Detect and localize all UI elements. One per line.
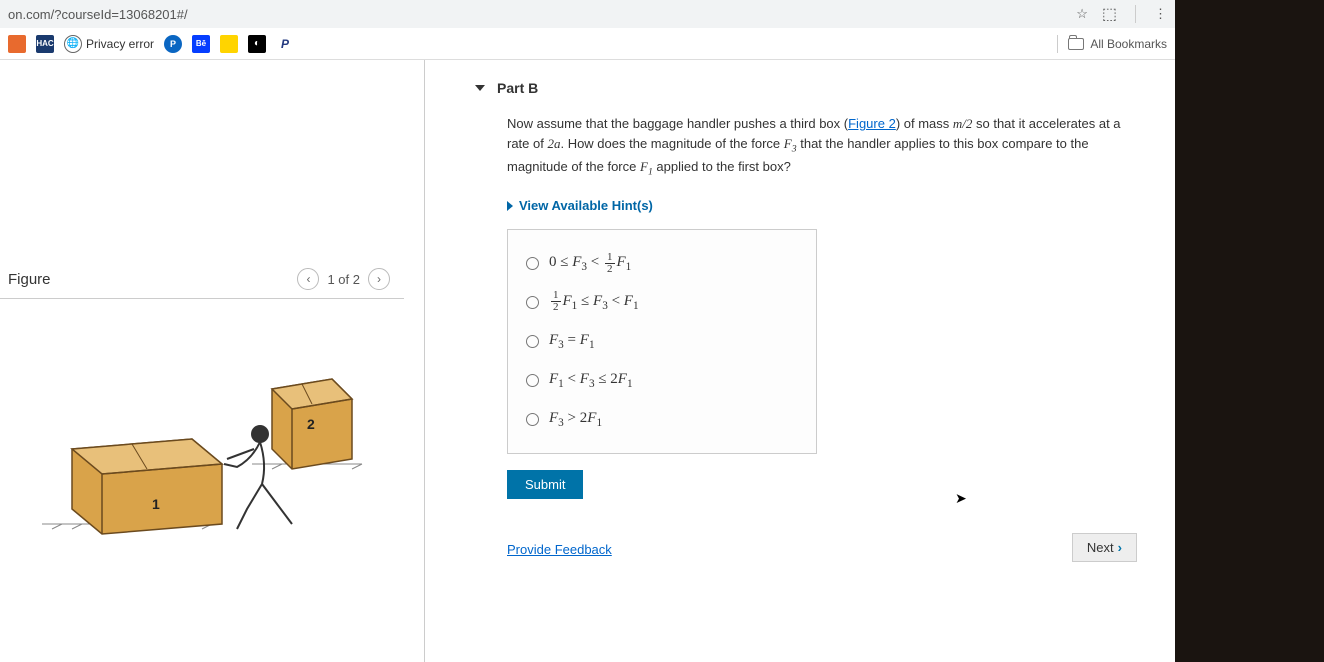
bookmark-privacy-error[interactable]: 🌐 Privacy error bbox=[64, 35, 154, 53]
extension-icon[interactable]: ⬚ bbox=[1102, 4, 1117, 24]
figure-pane: Figure ‹ 1 of 2 › bbox=[0, 60, 425, 662]
bookmark-icon-hac[interactable]: HAC bbox=[36, 35, 54, 53]
bookmarks-bar: HAC 🌐 Privacy error P Bē ◐ P All Bookmar… bbox=[0, 28, 1175, 60]
figure-next-button[interactable]: › bbox=[368, 268, 390, 290]
figure-prev-button[interactable]: ‹ bbox=[297, 268, 319, 290]
question-text: Now assume that the baggage handler push… bbox=[507, 114, 1137, 562]
caret-down-icon bbox=[475, 85, 485, 91]
radio-icon bbox=[526, 257, 539, 270]
option-d[interactable]: F1 < F3 ≤ 2F1 bbox=[526, 361, 798, 400]
radio-icon bbox=[526, 413, 539, 426]
view-hints-button[interactable]: View Available Hint(s) bbox=[507, 196, 1137, 216]
figure-nav-text: 1 of 2 bbox=[327, 272, 360, 287]
figure-image: 2 1 bbox=[0, 299, 404, 569]
all-bookmarks-link[interactable]: All Bookmarks bbox=[1090, 37, 1167, 51]
folder-icon bbox=[1068, 38, 1084, 50]
option-e[interactable]: F3 > 2F1 bbox=[526, 400, 798, 439]
figure-label: Figure bbox=[8, 271, 51, 288]
bookmark-icon-be[interactable]: Bē bbox=[192, 35, 210, 53]
cursor-icon: ➤ bbox=[955, 490, 967, 507]
chevron-right-icon: › bbox=[1118, 540, 1122, 555]
part-header[interactable]: Part B bbox=[475, 80, 1145, 96]
divider bbox=[1135, 5, 1136, 23]
submit-button[interactable]: Submit bbox=[507, 470, 583, 499]
radio-icon bbox=[526, 296, 539, 309]
option-c[interactable]: F3 = F1 bbox=[526, 322, 798, 361]
bookmark-icon-yellow[interactable] bbox=[220, 35, 238, 53]
bookmark-icon-square[interactable]: ◐ bbox=[248, 35, 266, 53]
question-pane: Part B Now assume that the baggage handl… bbox=[425, 60, 1175, 662]
box-2-label: 2 bbox=[307, 416, 315, 432]
radio-icon bbox=[526, 335, 539, 348]
url-bar: on.com/?courseId=13068201#/ ☆ ⬚ ⋮ bbox=[0, 0, 1175, 28]
bookmark-icon-p[interactable]: P bbox=[164, 35, 182, 53]
next-button[interactable]: Next › bbox=[1072, 533, 1137, 562]
bookmark-icon-paypal[interactable]: P bbox=[276, 35, 294, 53]
next-label: Next bbox=[1087, 540, 1114, 555]
url-text: on.com/?courseId=13068201#/ bbox=[8, 7, 1076, 22]
figure-2-link[interactable]: Figure 2 bbox=[848, 116, 896, 131]
box-1-label: 1 bbox=[152, 496, 160, 512]
star-icon[interactable]: ☆ bbox=[1076, 6, 1088, 22]
bookmark-label: Privacy error bbox=[86, 37, 154, 51]
bookmark-icon-orange[interactable] bbox=[8, 35, 26, 53]
option-a[interactable]: 0 ≤ F3 < 12F1 bbox=[526, 244, 798, 283]
hints-label: View Available Hint(s) bbox=[519, 196, 653, 216]
provide-feedback-link[interactable]: Provide Feedback bbox=[507, 540, 612, 560]
answer-options: 0 ≤ F3 < 12F1 12F1 ≤ F3 < F1 F3 = F1 F1 … bbox=[507, 229, 817, 453]
option-b[interactable]: 12F1 ≤ F3 < F1 bbox=[526, 283, 798, 322]
caret-right-icon bbox=[507, 201, 513, 211]
divider bbox=[1057, 35, 1058, 53]
part-title: Part B bbox=[497, 80, 538, 96]
menu-icon[interactable]: ⋮ bbox=[1154, 6, 1167, 22]
radio-icon bbox=[526, 374, 539, 387]
globe-icon: 🌐 bbox=[64, 35, 82, 53]
